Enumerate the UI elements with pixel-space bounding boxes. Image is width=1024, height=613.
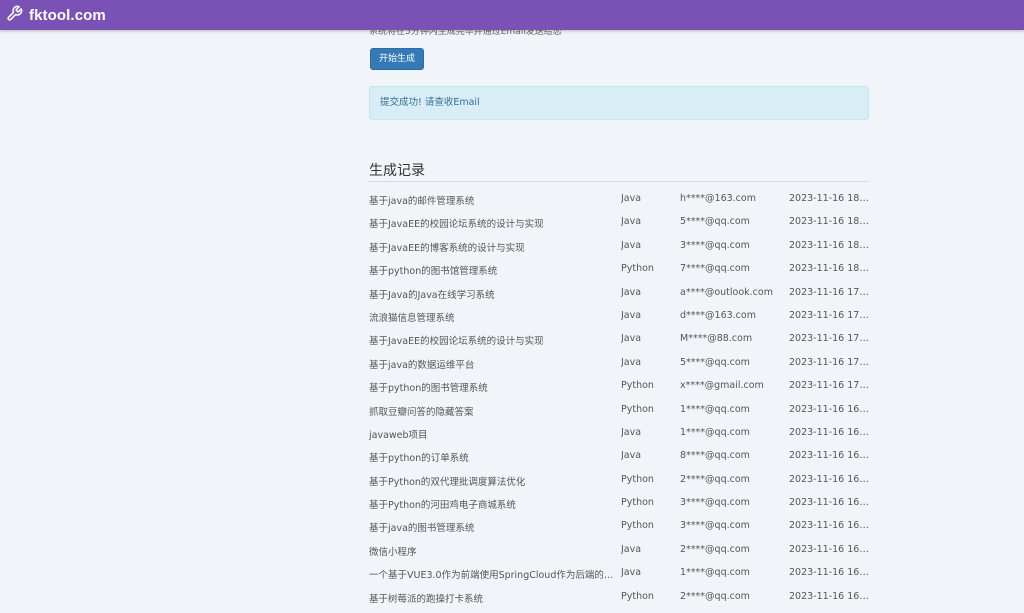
record-time: 2023-11-16 17:05: [789, 356, 869, 368]
record-language: Java: [621, 567, 642, 579]
success-alert: 提交成功! 请查收Email: [369, 86, 869, 120]
record-row: 基于Python的双代理批调度算法优化 Python 2****@qq.com …: [369, 468, 869, 491]
record-title: javaweb项目: [369, 429, 428, 441]
record-time: 2023-11-16 18:36: [789, 193, 869, 204]
record-language: Java: [621, 543, 642, 555]
record-row: 基于JavaEE的校园论坛系统的设计与实现 Java M****@88.com …: [369, 327, 869, 350]
record-language: Java: [621, 356, 642, 368]
record-email: 5****@qq.com: [680, 356, 750, 368]
record-language: Python: [621, 473, 654, 485]
record-title: 基于python的图书管理系统: [369, 383, 488, 395]
record-time: 2023-11-16 17:47: [789, 286, 869, 298]
record-language: Java: [621, 426, 642, 438]
record-time: 2023-11-16 16:16: [789, 520, 869, 532]
record-email: x****@gmail.com: [680, 380, 764, 392]
record-row: 微信小程序 Java 2****@qq.com 2023-11-16 16:16: [369, 538, 869, 561]
record-title: 基于Java的Java在线学习系统: [369, 289, 495, 301]
record-language: Java: [621, 286, 642, 298]
record-time: 2023-11-16 17:03: [789, 380, 869, 392]
wrench-icon: [6, 5, 23, 26]
record-email: a****@outlook.com: [680, 286, 773, 298]
record-row: 一个基于VUE3.0作为前端使用SpringCloud作为后端的商城... Ja…: [369, 561, 869, 584]
record-language: Python: [621, 520, 654, 532]
record-language: Python: [621, 590, 654, 602]
brand-link[interactable]: fktool.com: [6, 3, 106, 27]
record-title: 基于java的邮件管理系统: [369, 196, 475, 207]
record-email: 3****@qq.com: [680, 239, 750, 251]
record-title: 基于python的图书馆管理系统: [369, 266, 498, 278]
record-email: 1****@qq.com: [680, 567, 750, 579]
heading-divider: [369, 181, 869, 182]
record-title: 基于JavaEE的校园论坛系统的设计与实现: [369, 219, 544, 231]
record-time: 2023-11-16 16:05: [789, 567, 869, 579]
record-email: 2****@qq.com: [680, 473, 750, 485]
record-email: 3****@qq.com: [680, 520, 750, 532]
record-language: Python: [621, 263, 654, 275]
record-time: 2023-11-16 17:44: [789, 309, 869, 321]
record-email: d****@163.com: [680, 309, 756, 321]
record-row: 基于Python的河田鸡电子商城系统 Python 3****@qq.com 2…: [369, 491, 869, 514]
record-time: 2023-11-16 16:56: [789, 426, 869, 438]
record-email: M****@88.com: [680, 333, 753, 345]
record-email: 2****@qq.com: [680, 590, 750, 602]
record-row: 基于python的图书管理系统 Python x****@gmail.com 2…: [369, 374, 869, 397]
record-email: 1****@qq.com: [680, 426, 750, 438]
record-title: 基于JavaEE的博客系统的设计与实现: [369, 242, 525, 254]
record-row: javaweb项目 Java 1****@qq.com 2023-11-16 1…: [369, 421, 869, 444]
record-row: 基于Java的Java在线学习系统 Java a****@outlook.com…: [369, 281, 869, 304]
record-language: Python: [621, 403, 654, 415]
record-title: 基于java的图书管理系统: [369, 523, 475, 535]
record-title: 基于Python的双代理批调度算法优化: [369, 476, 526, 488]
record-time: 2023-11-16 16:42: [789, 450, 869, 462]
record-language: Python: [621, 380, 654, 392]
record-row: 抓取豆瓣问答的隐藏答案 Python 1****@qq.com 2023-11-…: [369, 398, 869, 421]
record-email: 2****@qq.com: [680, 543, 750, 555]
record-row: 流浪猫信息管理系统 Java d****@163.com 2023-11-16 …: [369, 304, 869, 327]
records-list: 基于java的邮件管理系统 Java h****@163.com 2023-11…: [369, 187, 869, 608]
record-time: 2023-11-16 18:15: [789, 263, 869, 275]
record-title: 抓取豆瓣问答的隐藏答案: [369, 406, 474, 418]
record-time: 2023-11-16 17:24: [789, 333, 869, 345]
record-title: 基于Python的河田鸡电子商城系统: [369, 500, 516, 512]
record-title: 微信小程序: [369, 546, 417, 558]
record-row: 基于java的数据运维平台 Java 5****@qq.com 2023-11-…: [369, 351, 869, 374]
record-row: 基于JavaEE的校园论坛系统的设计与实现 Java 5****@qq.com …: [369, 210, 869, 233]
record-language: Java: [621, 193, 642, 204]
record-time: 2023-11-16 16:39: [789, 473, 869, 485]
record-row: 基于java的图书管理系统 Python 3****@qq.com 2023-1…: [369, 514, 869, 537]
record-time: 2023-11-16 16:18: [789, 497, 869, 509]
record-title: 基于python的订单系统: [369, 453, 469, 465]
record-email: h****@163.com: [680, 193, 756, 204]
record-title: 基于JavaEE的校园论坛系统的设计与实现: [369, 336, 544, 348]
record-time: 2023-11-16 16:04: [789, 590, 869, 602]
record-time: 2023-11-16 18:35: [789, 216, 869, 228]
record-row: 基于python的订单系统 Java 8****@qq.com 2023-11-…: [369, 444, 869, 467]
record-language: Java: [621, 309, 642, 321]
brand-name: fktool.com: [29, 6, 106, 24]
record-time: 2023-11-16 18:33: [789, 239, 869, 251]
record-email: 5****@qq.com: [680, 216, 750, 228]
record-email: 3****@qq.com: [680, 497, 750, 509]
top-navbar: fktool.com: [0, 0, 1024, 30]
record-email: 7****@qq.com: [680, 263, 750, 275]
record-row: 基于python的图书馆管理系统 Python 7****@qq.com 202…: [369, 257, 869, 280]
record-title: 一个基于VUE3.0作为前端使用SpringCloud作为后端的商城...: [369, 570, 614, 582]
record-row: 基于JavaEE的博客系统的设计与实现 Java 3****@qq.com 20…: [369, 234, 869, 257]
record-email: 1****@qq.com: [680, 403, 750, 415]
record-language: Java: [621, 216, 642, 228]
record-language: Python: [621, 497, 654, 509]
generate-button[interactable]: 开始生成: [370, 48, 424, 70]
record-title: 流浪猫信息管理系统: [369, 312, 455, 324]
record-language: Java: [621, 450, 642, 462]
record-email: 8****@qq.com: [680, 450, 750, 462]
records-heading: 生成记录: [369, 163, 425, 179]
record-language: Java: [621, 333, 642, 345]
record-title: 基于树莓派的跑操打卡系统: [369, 593, 484, 605]
record-row: 基于java的邮件管理系统 Java h****@163.com 2023-11…: [369, 187, 869, 210]
record-time: 2023-11-16 16:58: [789, 403, 869, 415]
record-title: 基于java的数据运维平台: [369, 359, 475, 371]
record-row: 基于树莓派的跑操打卡系统 Python 2****@qq.com 2023-11…: [369, 585, 869, 608]
record-time: 2023-11-16 16:16: [789, 543, 869, 555]
record-language: Java: [621, 239, 642, 251]
